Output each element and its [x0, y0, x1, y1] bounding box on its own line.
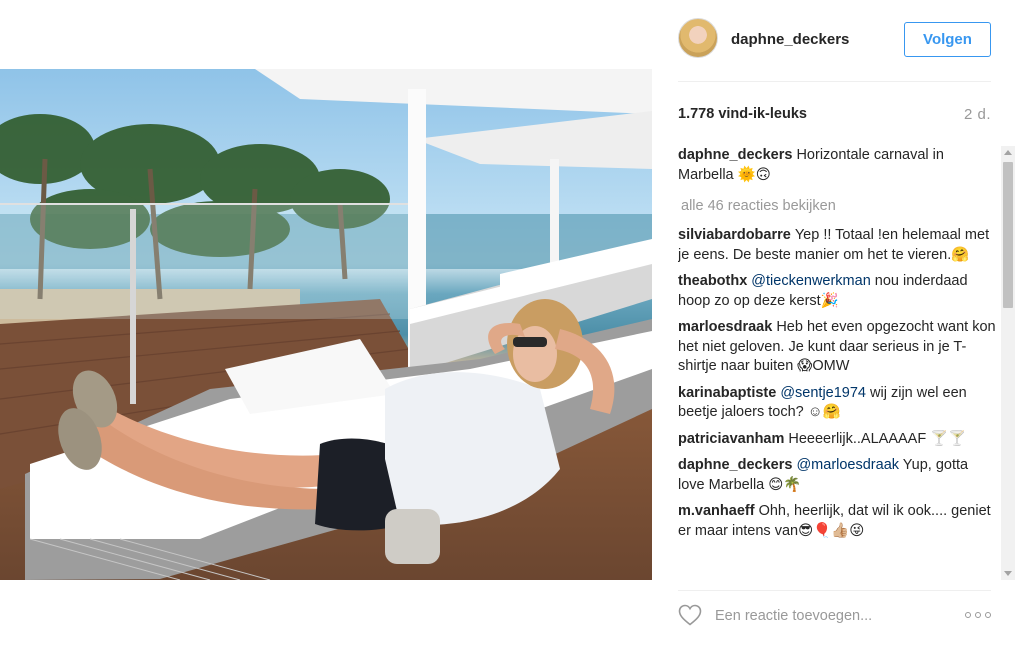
comment-item: patriciavanham Heeeerlijk..ALAAAAF 🍸🍸: [678, 430, 1000, 450]
likes-row: 1.778 vind-ik-leuks 2 d.: [678, 106, 991, 126]
comment-item: karinabaptiste @sentje1974 wij zijn wel e…: [678, 384, 1000, 423]
comment-username[interactable]: m.vanhaeff: [678, 503, 755, 519]
comment-mention[interactable]: @sentje1974: [780, 385, 866, 401]
comment-item: m.vanhaeff Ohh, heerlijk, dat wil ik ook.…: [678, 502, 1000, 541]
scrollbar-thumb[interactable]: [1003, 162, 1013, 308]
comment-text: Heeeerlijk..ALAAAAF 🍸🍸: [788, 430, 967, 447]
add-comment-input[interactable]: [715, 605, 955, 627]
likes-count[interactable]: 1.778 vind-ik-leuks: [678, 106, 807, 122]
comment-mention[interactable]: @tieckenwerkman: [751, 273, 870, 289]
dot-icon: [975, 612, 981, 618]
comment-username[interactable]: daphne_deckers: [678, 457, 792, 473]
heart-icon[interactable]: [678, 604, 702, 626]
post-sidebar: daphne_deckers Volgen 1.778 vind-ik-leuk…: [652, 0, 1016, 652]
view-all-comments-link[interactable]: alle 46 reacties bekijken: [681, 198, 1000, 214]
comment-username[interactable]: theabothx: [678, 273, 747, 289]
comment-username[interactable]: silviabardobarre: [678, 227, 791, 243]
comment-item: marloesdraak Heb het even opgezocht want …: [678, 318, 1000, 377]
comment-username[interactable]: patriciavanham: [678, 431, 784, 447]
avatar[interactable]: [678, 18, 718, 58]
post-header: daphne_deckers Volgen: [678, 16, 991, 82]
post-author-username[interactable]: daphne_deckers: [731, 31, 849, 48]
comment-composer: [678, 590, 991, 640]
caption: daphne_deckers Horizontale carnaval in Ma…: [678, 146, 1000, 185]
caption-username[interactable]: daphne_deckers: [678, 147, 792, 163]
post-photo[interactable]: [0, 69, 652, 580]
scroll-up-arrow-icon[interactable]: [1004, 150, 1012, 155]
comments-scrollbar[interactable]: [1001, 146, 1015, 580]
post-photo-illustration: [0, 69, 652, 580]
more-options-icon[interactable]: [965, 612, 991, 618]
post-age[interactable]: 2 d.: [964, 106, 991, 123]
comment-item: silviabardobarre Yep !! Totaal !en helema…: [678, 226, 1000, 265]
comment-item: daphne_deckers @marloesdraak Yup, gotta l…: [678, 456, 1000, 495]
comment-mention[interactable]: @marloesdraak: [796, 457, 899, 473]
scroll-down-arrow-icon[interactable]: [1004, 571, 1012, 576]
comment-username[interactable]: marloesdraak: [678, 319, 772, 335]
comment-item: theabothx @tieckenwerkman nou inderdaad h…: [678, 272, 1000, 311]
follow-button[interactable]: Volgen: [904, 22, 991, 57]
dot-icon: [965, 612, 971, 618]
comments-list[interactable]: daphne_deckers Horizontale carnaval in Ma…: [678, 146, 1000, 578]
dot-icon: [985, 612, 991, 618]
comment-username[interactable]: karinabaptiste: [678, 385, 776, 401]
